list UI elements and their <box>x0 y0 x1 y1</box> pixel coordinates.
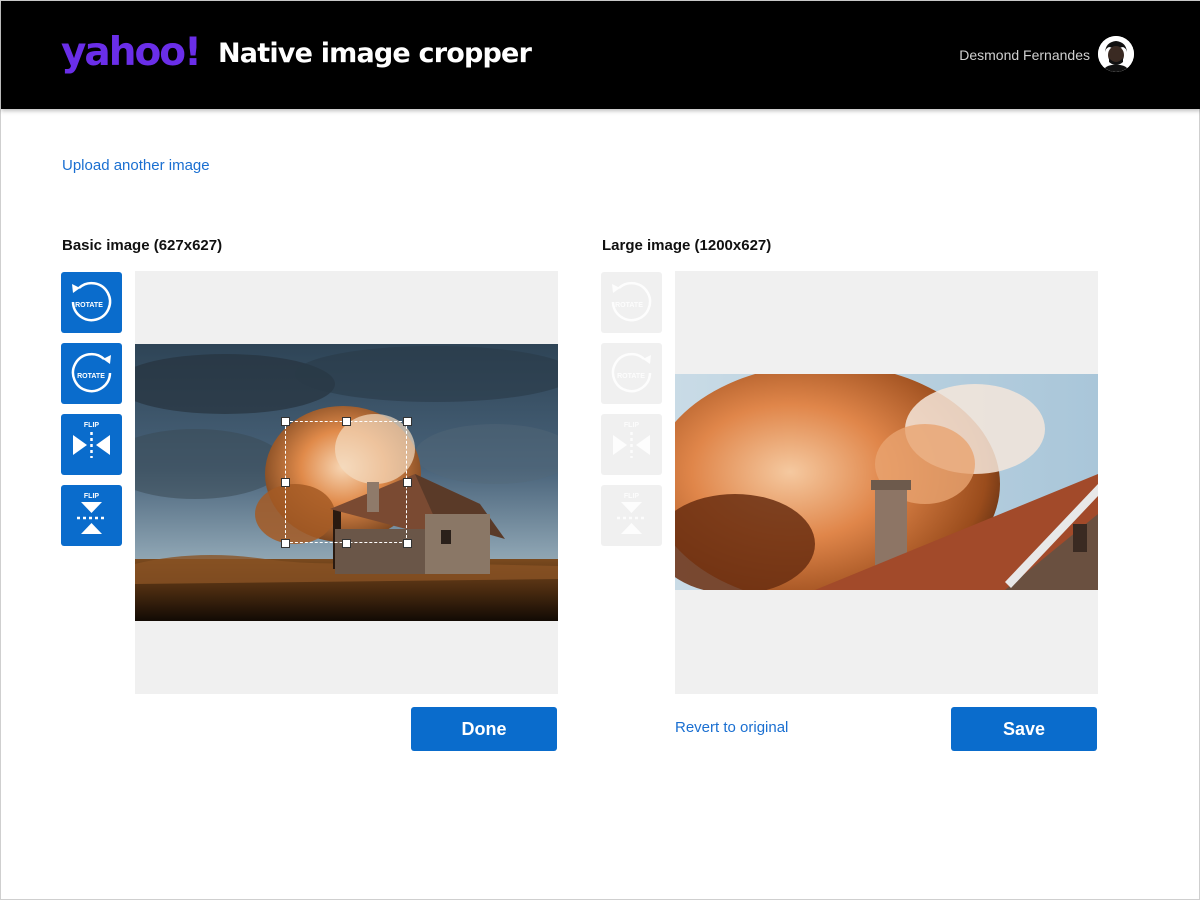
flip-label: FLIP <box>84 493 99 500</box>
large-image-title: Large image (1200x627) <box>602 237 772 254</box>
rotate-right-button[interactable]: ROTATE <box>61 343 122 404</box>
large-image-photo <box>675 374 1098 590</box>
rotate-left-icon: ROTATE <box>611 281 652 322</box>
large-image-canvas[interactable] <box>675 271 1098 694</box>
flip-label: FLIP <box>84 422 99 429</box>
rotate-right-button-disabled: ROTATE <box>601 343 662 404</box>
app-frame: yahoo! Native image cropper Desmond Fern… <box>0 0 1200 900</box>
crop-handle-bottom-right[interactable] <box>403 539 412 548</box>
user-name[interactable]: Desmond Fernandes <box>959 46 1090 64</box>
avatar[interactable] <box>1098 36 1134 72</box>
yahoo-logo[interactable]: yahoo! <box>61 29 202 77</box>
basic-image-canvas[interactable] <box>135 271 558 694</box>
crop-handle-left[interactable] <box>281 478 290 487</box>
crop-handle-top-right[interactable] <box>403 417 412 426</box>
rotate-right-icon: ROTATE <box>71 352 112 393</box>
rotate-left-icon: ROTATE <box>71 281 112 322</box>
flip-horizontal-icon: FLIP <box>613 422 650 458</box>
flip-vertical-button[interactable]: FLIP <box>61 485 122 546</box>
rotate-left-button[interactable]: ROTATE <box>61 272 122 333</box>
page-title: Native image cropper <box>218 38 532 69</box>
crop-handle-bottom[interactable] <box>342 539 351 548</box>
flip-horizontal-icon: FLIP <box>73 422 110 458</box>
flip-vertical-button-disabled: FLIP <box>601 485 662 546</box>
flip-horizontal-button[interactable]: FLIP <box>61 414 122 475</box>
basic-image-title: Basic image (627x627) <box>62 237 223 254</box>
crop-handle-top-left[interactable] <box>281 417 290 426</box>
large-toolbar: ROTATE ROTATE FLIP FLIP <box>601 272 662 552</box>
done-button[interactable]: Done <box>411 707 557 751</box>
rotate-label: ROTATE <box>617 373 645 380</box>
flip-label: FLIP <box>624 493 639 500</box>
flip-vertical-icon: FLIP <box>77 493 106 534</box>
crop-handle-top[interactable] <box>342 417 351 426</box>
crop-selection-box[interactable] <box>281 417 412 548</box>
flip-vertical-icon: FLIP <box>617 493 646 534</box>
upload-another-image-link[interactable]: Upload another image <box>62 156 210 176</box>
rotate-label: ROTATE <box>615 302 643 309</box>
flip-horizontal-button-disabled: FLIP <box>601 414 662 475</box>
rotate-label: ROTATE <box>77 373 105 380</box>
basic-toolbar: ROTATE ROTATE FLIP FLIP <box>61 272 122 552</box>
rotate-label: ROTATE <box>75 302 103 309</box>
crop-handle-right[interactable] <box>403 478 412 487</box>
revert-to-original-link[interactable]: Revert to original <box>675 718 788 738</box>
header-bar: yahoo! Native image cropper Desmond Fern… <box>1 1 1200 109</box>
rotate-right-icon: ROTATE <box>611 352 652 393</box>
crop-handle-bottom-left[interactable] <box>281 539 290 548</box>
flip-label: FLIP <box>624 422 639 429</box>
rotate-left-button-disabled: ROTATE <box>601 272 662 333</box>
save-button[interactable]: Save <box>951 707 1097 751</box>
